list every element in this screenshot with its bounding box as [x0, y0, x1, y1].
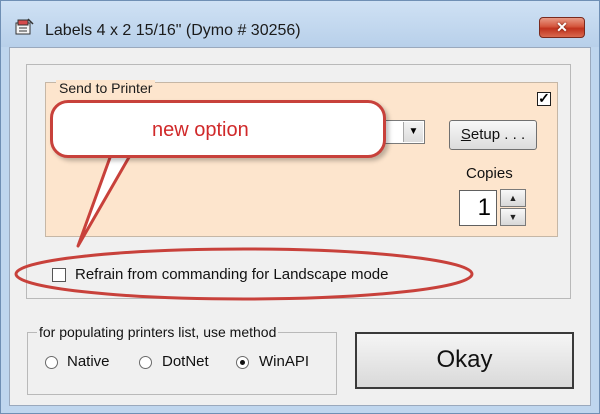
radio-native[interactable] — [45, 356, 58, 369]
landscape-checkbox[interactable] — [52, 268, 66, 282]
chevron-down-icon[interactable]: ▼ — [403, 122, 423, 142]
copies-input[interactable]: 1 — [459, 190, 497, 226]
close-icon: ✕ — [556, 19, 568, 35]
radio-native-label[interactable]: Native — [67, 353, 110, 370]
app-icon — [15, 18, 34, 35]
title-bar[interactable]: Labels 4 x 2 15/16" (Dymo # 30256) ✕ — [1, 1, 599, 47]
setup-label: etup . . . — [470, 126, 526, 143]
checkmark-icon: ✓ — [538, 90, 550, 106]
window-title: Labels 4 x 2 15/16" (Dymo # 30256) — [45, 22, 301, 39]
spin-up-icon[interactable]: ▲ — [500, 189, 526, 207]
send-to-printer-checkbox[interactable]: ✓ — [537, 90, 551, 106]
radio-selected-dot — [240, 360, 245, 365]
copies-label: Copies — [466, 165, 513, 182]
annotation-callout-text: new option — [152, 119, 249, 141]
radio-winapi[interactable] — [236, 356, 249, 369]
okay-button[interactable]: Okay — [355, 332, 574, 389]
send-to-printer-legend: Send to Printer — [56, 80, 156, 96]
radio-winapi-label[interactable]: WinAPI — [259, 353, 309, 370]
setup-button[interactable]: Setup . . . — [449, 120, 537, 150]
close-button[interactable]: ✕ — [539, 17, 585, 38]
radio-dotnet[interactable] — [139, 356, 152, 369]
radio-dotnet-label[interactable]: DotNet — [162, 353, 209, 370]
landscape-option-label[interactable]: Refrain from commanding for Landscape mo… — [75, 266, 389, 283]
copies-spinner[interactable]: ▲ ▼ — [500, 189, 526, 227]
setup-mnemonic: S — [460, 126, 471, 143]
printer-method-legend: for populating printers list, use method — [37, 324, 279, 340]
spin-down-icon[interactable]: ▼ — [500, 208, 526, 226]
